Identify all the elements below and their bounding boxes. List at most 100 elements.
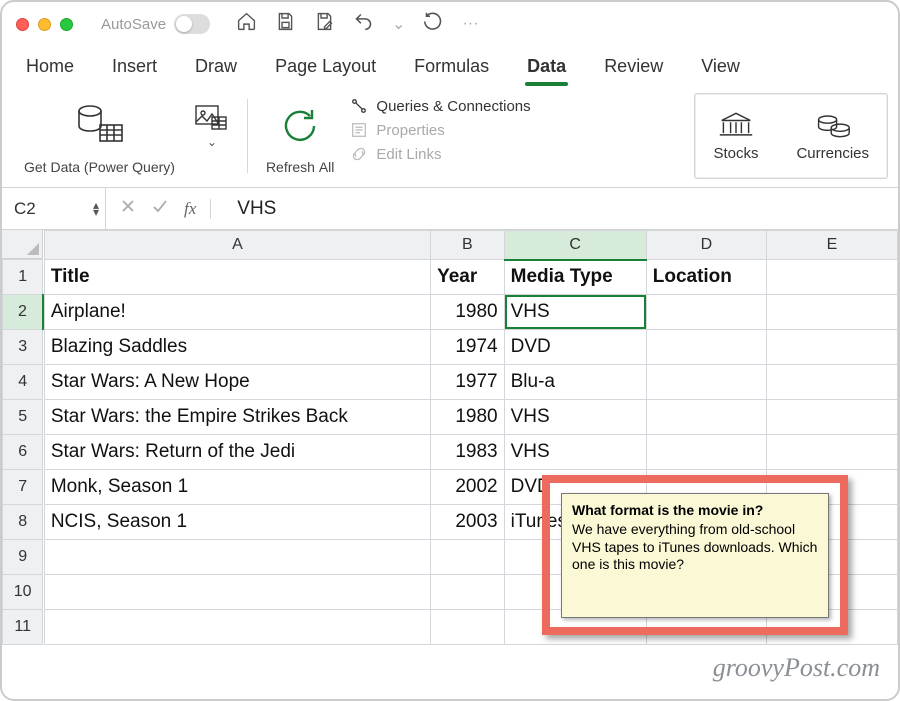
cell-B9[interactable] [431, 540, 505, 575]
cell-B11[interactable] [431, 610, 505, 645]
edit-links-button: Edit Links [350, 145, 530, 163]
select-all-corner[interactable] [2, 230, 43, 259]
from-picture-button[interactable]: ⌄ [185, 93, 239, 179]
tab-insert[interactable]: Insert [110, 52, 159, 81]
tab-draw[interactable]: Draw [193, 52, 239, 81]
name-box-value: C2 [14, 199, 36, 219]
maximize-window-button[interactable] [60, 18, 73, 31]
cell-C6[interactable]: VHS [504, 435, 646, 470]
cell-A5[interactable]: Star Wars: the Empire Strikes Back [44, 400, 430, 435]
cell-B5[interactable]: 1980 [431, 400, 505, 435]
cell-E1[interactable] [767, 260, 898, 295]
tab-home[interactable]: Home [24, 52, 76, 81]
row-header-9[interactable]: 9 [3, 540, 43, 575]
cell-D2[interactable] [646, 295, 766, 330]
cell-B6[interactable]: 1983 [431, 435, 505, 470]
redo-icon[interactable] [423, 11, 444, 37]
refresh-icon [278, 97, 322, 155]
cell-E2[interactable] [767, 295, 898, 330]
cell-A11[interactable] [44, 610, 430, 645]
col-header-D[interactable]: D [646, 231, 766, 260]
tab-page-layout[interactable]: Page Layout [273, 52, 378, 81]
name-box-stepper[interactable]: ▴▾ [93, 202, 99, 215]
row-header-1[interactable]: 1 [3, 260, 43, 295]
cell-C2[interactable]: VHS [504, 295, 646, 330]
connections-icon [350, 97, 368, 115]
cell-A10[interactable] [44, 575, 430, 610]
cell-A1[interactable]: Title [44, 260, 430, 295]
row-header-2[interactable]: 2 [3, 295, 43, 330]
cell-B4[interactable]: 1977 [431, 365, 505, 400]
cell-E4[interactable] [767, 365, 898, 400]
cell-A9[interactable] [44, 540, 430, 575]
cell-E5[interactable] [767, 400, 898, 435]
undo-icon[interactable] [353, 11, 374, 37]
cell-E3[interactable] [767, 330, 898, 365]
cell-A7[interactable]: Monk, Season 1 [44, 470, 430, 505]
cell-D5[interactable] [646, 400, 766, 435]
col-header-C[interactable]: C [504, 231, 646, 260]
refresh-all-button[interactable]: Refresh All [256, 93, 344, 179]
col-header-B[interactable]: B [431, 231, 505, 260]
cell-E6[interactable] [767, 435, 898, 470]
tab-review[interactable]: Review [602, 52, 665, 81]
cell-D4[interactable] [646, 365, 766, 400]
formula-bar-row: C2 ▴▾ fx VHS [2, 188, 898, 230]
col-header-A[interactable]: A [44, 231, 430, 260]
cell-B8[interactable]: 2003 [431, 505, 505, 540]
tab-formulas[interactable]: Formulas [412, 52, 491, 81]
autosave-toggle[interactable] [174, 14, 210, 34]
cell-A6[interactable]: Star Wars: Return of the Jedi [44, 435, 430, 470]
cell-C5[interactable]: VHS [504, 400, 646, 435]
autosave-label: AutoSave [101, 16, 166, 33]
row-header-4[interactable]: 4 [3, 365, 43, 400]
insert-function-icon[interactable]: fx [184, 199, 211, 219]
cell-A2[interactable]: Airplane! [44, 295, 430, 330]
row-header-5[interactable]: 5 [3, 400, 43, 435]
cell-comment-tooltip: What format is the movie in? We have eve… [561, 493, 829, 618]
cell-D3[interactable] [646, 330, 766, 365]
minimize-window-button[interactable] [38, 18, 51, 31]
tab-data[interactable]: Data [525, 52, 568, 81]
window-controls [16, 18, 73, 31]
cell-D6[interactable] [646, 435, 766, 470]
cancel-formula-icon[interactable] [120, 198, 136, 219]
undo-dropdown-icon[interactable]: ⌄ [392, 14, 405, 34]
cell-A8[interactable]: NCIS, Season 1 [44, 505, 430, 540]
currencies-label: Currencies [796, 145, 869, 162]
cell-B2[interactable]: 1980 [431, 295, 505, 330]
row-header-6[interactable]: 6 [3, 435, 43, 470]
stocks-label: Stocks [713, 145, 758, 162]
row-header-8[interactable]: 8 [3, 505, 43, 540]
cell-B7[interactable]: 2002 [431, 470, 505, 505]
cell-C4[interactable]: Blu-a [504, 365, 646, 400]
cell-C3[interactable]: DVD [504, 330, 646, 365]
queries-connections-button[interactable]: Queries & Connections [350, 97, 530, 115]
cell-B10[interactable] [431, 575, 505, 610]
row-header-11[interactable]: 11 [3, 610, 43, 645]
currencies-datatype-button[interactable]: Currencies [796, 111, 869, 162]
edit-links-label: Edit Links [376, 146, 441, 163]
enter-formula-icon[interactable] [152, 198, 168, 219]
cell-B1[interactable]: Year [431, 260, 505, 295]
tab-view[interactable]: View [699, 52, 742, 81]
cell-A4[interactable]: Star Wars: A New Hope [44, 365, 430, 400]
save-icon[interactable] [275, 11, 296, 37]
cell-A3[interactable]: Blazing Saddles [44, 330, 430, 365]
row-header-10[interactable]: 10 [3, 575, 43, 610]
row-header-7[interactable]: 7 [3, 470, 43, 505]
home-icon[interactable] [236, 11, 257, 37]
get-data-button[interactable]: Get Data (Power Query) [14, 93, 185, 179]
more-icon[interactable]: ··· [462, 15, 478, 33]
close-window-button[interactable] [16, 18, 29, 31]
row-header-3[interactable]: 3 [3, 330, 43, 365]
stocks-datatype-button[interactable]: Stocks [713, 111, 758, 162]
name-box[interactable]: C2 ▴▾ [2, 188, 106, 230]
save-as-icon[interactable] [314, 11, 335, 37]
formula-bar-input[interactable]: VHS [225, 198, 898, 220]
col-header-E[interactable]: E [767, 231, 898, 260]
cell-C1[interactable]: Media Type [504, 260, 646, 295]
cell-B3[interactable]: 1974 [431, 330, 505, 365]
cell-D1[interactable]: Location [646, 260, 766, 295]
properties-button: Properties [350, 121, 530, 139]
